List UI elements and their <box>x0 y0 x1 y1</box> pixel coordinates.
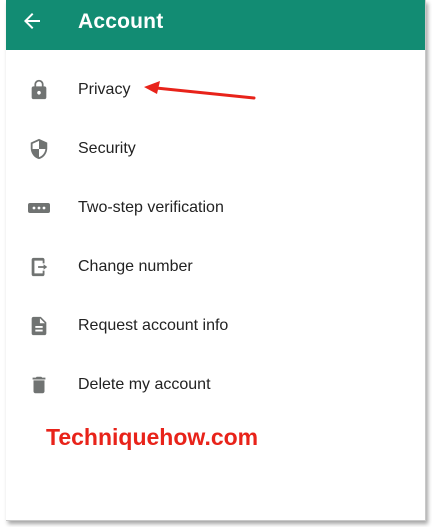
menu-item-label: Request account info <box>78 316 229 334</box>
phone-swap-icon <box>26 254 52 280</box>
menu-item-request-account-info[interactable]: Request account info <box>6 296 425 355</box>
red-arrow-icon <box>144 81 256 100</box>
settings-list: Privacy Security Two-step verification C… <box>6 60 425 414</box>
watermark: Techniquehow.com <box>46 424 259 450</box>
menu-item-change-number[interactable]: Change number <box>6 237 425 296</box>
menu-item-label: Privacy <box>78 80 131 98</box>
menu-item-delete-my-account[interactable]: Delete my account <box>6 355 425 414</box>
menu-item-label: Delete my account <box>78 375 211 393</box>
menu-item-security[interactable]: Security <box>6 119 425 178</box>
page-title: Account <box>78 10 164 33</box>
menu-item-two-step-verification[interactable]: Two-step verification <box>6 178 425 237</box>
arrow-back-icon[interactable] <box>20 9 44 33</box>
menu-item-label: Two-step verification <box>78 198 224 216</box>
dots-icon <box>26 195 52 221</box>
document-icon <box>26 313 52 339</box>
shield-icon <box>26 136 52 162</box>
menu-item-label: Change number <box>78 257 193 275</box>
trash-icon <box>26 372 52 398</box>
account-screen: Account Privacy Security Two-step verifi… <box>6 0 426 521</box>
app-bar: Account <box>6 0 425 50</box>
lock-icon <box>26 77 52 103</box>
menu-item-label: Security <box>78 139 136 157</box>
